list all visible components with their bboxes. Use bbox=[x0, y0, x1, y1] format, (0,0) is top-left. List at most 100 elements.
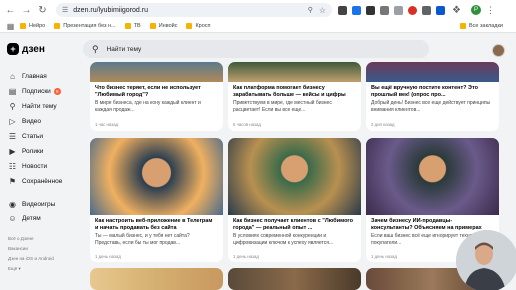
bookmark-item[interactable]: Инвойс bbox=[149, 23, 177, 29]
folder-icon bbox=[186, 23, 193, 29]
bookmark-star-icon[interactable]: ☆ bbox=[319, 6, 326, 15]
zoom-icon[interactable]: ⚲ bbox=[308, 6, 313, 15]
forward-icon[interactable]: → bbox=[20, 4, 33, 17]
article-title: Как платформа помогает бизнесу зарабатыв… bbox=[233, 85, 346, 98]
browser-toolbar: ← → ↻ ☰ dzen.ru/lyubimiigorod.ru ⚲ ☆ ❖ P… bbox=[0, 0, 516, 20]
extension-icon[interactable] bbox=[338, 5, 347, 15]
back-icon[interactable]: ← bbox=[4, 4, 17, 17]
article-thumbnail bbox=[90, 268, 223, 290]
bookmark-item[interactable]: ТВ bbox=[124, 23, 141, 29]
bookmark-item[interactable]: Презентация без н... bbox=[54, 23, 116, 29]
search-icon: ⚲ bbox=[9, 102, 16, 111]
clips-icon: ▶ bbox=[9, 147, 16, 156]
profile-avatar[interactable]: P bbox=[471, 5, 481, 15]
sidebar-item-saved[interactable]: ⚑ Сохранённое bbox=[8, 177, 62, 186]
article-description: Добрый день! Бизнес все еще действует пр… bbox=[371, 100, 491, 113]
article-time: 1 день назад bbox=[95, 254, 121, 259]
folder-icon bbox=[20, 23, 26, 29]
notification-badge: 9 bbox=[53, 88, 61, 95]
article-time: 1 час назад bbox=[95, 122, 119, 127]
article-card[interactable]: Как настроить веб-приложение в Телеграм … bbox=[90, 138, 223, 262]
folder-icon bbox=[54, 23, 61, 29]
folder-icon bbox=[459, 23, 466, 29]
all-bookmarks-button[interactable]: Все закладки bbox=[459, 23, 503, 29]
gamepad-icon: ◉ bbox=[9, 200, 16, 209]
article-card[interactable]: Как платформа помогает бизнесу зарабатыв… bbox=[228, 62, 361, 131]
kids-icon: ☺ bbox=[8, 214, 17, 223]
dzen-header: + дзен ⚲ Найти тему bbox=[0, 34, 516, 64]
sidebar-item-find-topic[interactable]: ⚲ Найти тему bbox=[8, 102, 57, 111]
article-time: 1 день назад bbox=[233, 254, 259, 259]
footer-link-more[interactable]: Ещё ▾ bbox=[8, 266, 21, 272]
article-thumbnail bbox=[366, 138, 499, 215]
article-thumbnail bbox=[228, 268, 361, 290]
sidebar-item-kids[interactable]: ☺ Детям bbox=[8, 214, 40, 223]
article-thumbnail bbox=[90, 62, 223, 82]
reload-icon[interactable]: ↻ bbox=[36, 4, 49, 17]
folder-icon bbox=[149, 23, 156, 29]
site-info-icon[interactable]: ☰ bbox=[62, 6, 68, 14]
bookmark-item[interactable]: Нейро bbox=[20, 23, 45, 29]
article-time: 5 часов назад bbox=[233, 122, 261, 127]
webcam-overlay bbox=[456, 230, 516, 290]
subscriptions-icon: ▤ bbox=[8, 87, 17, 96]
article-card[interactable] bbox=[228, 268, 361, 290]
extension-icon[interactable] bbox=[366, 5, 375, 15]
footer-link-vacancies[interactable]: Вакансии bbox=[8, 246, 28, 251]
sidebar-item-clips[interactable]: ▶ Ролики bbox=[8, 147, 43, 156]
video-icon: ▷ bbox=[9, 117, 16, 126]
dzen-logo-icon: + bbox=[7, 43, 19, 55]
search-icon: ⚲ bbox=[92, 43, 99, 54]
extension-icon[interactable] bbox=[380, 5, 389, 15]
person-silhouette bbox=[456, 230, 516, 290]
footer-link-apps[interactable]: Дзен на iOS и Android bbox=[8, 256, 54, 261]
extension-icon[interactable] bbox=[422, 5, 431, 15]
article-description: Ты — малый бизнес, и у тебя нет сайта? П… bbox=[95, 233, 190, 246]
sidebar-item-subscriptions[interactable]: ▤ Подписки 9 bbox=[8, 87, 61, 96]
news-icon: ☷ bbox=[8, 162, 17, 171]
bookmark-icon: ⚑ bbox=[8, 177, 17, 186]
home-icon: ⌂ bbox=[10, 72, 15, 81]
article-card[interactable]: Как бизнес получает клиентов с "Любимого… bbox=[228, 138, 361, 262]
dzen-logo[interactable]: + дзен bbox=[7, 43, 45, 55]
article-title: Как бизнес получает клиентов с "Любимого… bbox=[233, 218, 354, 231]
article-time: 2 дня назад bbox=[371, 122, 395, 127]
article-description: В мире бизнеса, где на кону каждый клиен… bbox=[95, 100, 201, 113]
article-title: Вы ещё вручную постите контент? Это прош… bbox=[371, 85, 478, 98]
folder-icon bbox=[124, 23, 131, 29]
article-thumbnail bbox=[366, 62, 499, 82]
article-thumbnail bbox=[228, 138, 361, 215]
sidebar-item-news[interactable]: ☷ Новости bbox=[8, 162, 47, 171]
address-bar[interactable]: ☰ dzen.ru/lyubimiigorod.ru ⚲ ☆ bbox=[56, 3, 332, 17]
bookmarks-bar: ▦ Нейро Презентация без н... ТВ Инвойс К… bbox=[0, 20, 516, 33]
article-time: 1 день назад bbox=[371, 254, 397, 259]
extension-icon[interactable] bbox=[352, 5, 361, 15]
sidebar-item-articles[interactable]: ☰ Статьи bbox=[8, 132, 43, 141]
article-description: В условиях современной конкуренции и циф… bbox=[233, 233, 334, 246]
article-description: Приветствуем в мире, где местный бизнес … bbox=[233, 100, 332, 113]
search-input[interactable]: ⚲ Найти тему bbox=[83, 40, 429, 58]
extension-icon[interactable] bbox=[408, 5, 417, 15]
footer-link-about[interactable]: Всё о Дзене bbox=[8, 236, 33, 241]
article-card[interactable]: Что бизнес теряет, если не использует "Л… bbox=[90, 62, 223, 131]
extensions-puzzle-icon[interactable]: ❖ bbox=[450, 4, 463, 17]
sidebar-item-videogames[interactable]: ◉ Видеоигры bbox=[8, 200, 55, 209]
bookmark-item[interactable]: Кросп bbox=[186, 23, 211, 29]
article-thumbnail bbox=[228, 62, 361, 82]
article-title: Зачем бизнесу ИИ-продавцы-консультанты? … bbox=[371, 218, 482, 231]
menu-dots-icon[interactable]: ⋮ bbox=[486, 5, 495, 16]
articles-icon: ☰ bbox=[8, 132, 17, 141]
user-avatar[interactable] bbox=[492, 44, 505, 57]
extension-icon[interactable] bbox=[394, 5, 403, 15]
extension-icon[interactable] bbox=[436, 5, 445, 15]
article-card[interactable]: Вы ещё вручную постите контент? Это прош… bbox=[366, 62, 499, 131]
article-card[interactable] bbox=[90, 268, 223, 290]
sidebar-item-home[interactable]: ⌂ Главная bbox=[8, 72, 47, 81]
sidebar: ⌂ Главная ▤ Подписки 9 ⚲ Найти тему ▷ Ви… bbox=[0, 64, 86, 290]
article-title: Как настроить веб-приложение в Телеграм … bbox=[95, 218, 213, 231]
article-title: Что бизнес теряет, если не использует "Л… bbox=[95, 85, 201, 98]
apps-icon[interactable]: ▦ bbox=[4, 20, 17, 33]
article-thumbnail bbox=[90, 138, 223, 215]
url-text: dzen.ru/lyubimiigorod.ru bbox=[73, 6, 148, 14]
sidebar-item-video[interactable]: ▷ Видео bbox=[8, 117, 41, 126]
